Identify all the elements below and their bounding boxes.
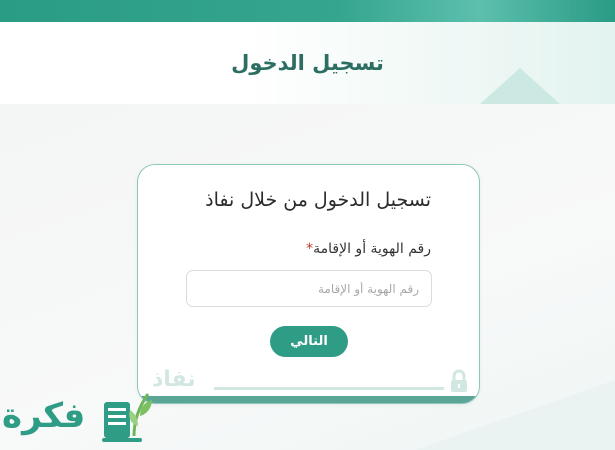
id-label-text: رقم الهوية أو الإقامة bbox=[313, 241, 431, 257]
login-card: تسجيل الدخول من خلال نفاذ رقم الهوية أو … bbox=[137, 164, 480, 404]
id-field-label: رقم الهوية أو الإقامة* bbox=[304, 241, 431, 257]
watermark-text: نفاذ bbox=[152, 367, 196, 392]
top-bar bbox=[0, 0, 615, 22]
page-header: تسجيل الدخول bbox=[0, 22, 615, 104]
card-title: تسجيل الدخول من خلال نفاذ bbox=[205, 189, 431, 211]
card-footer-bar bbox=[138, 396, 479, 403]
book-leaf-icon bbox=[102, 393, 152, 442]
fikra-logo: فكرة bbox=[0, 388, 158, 450]
watermark-line bbox=[214, 387, 444, 390]
page-title: تسجيل الدخول bbox=[231, 51, 384, 75]
id-number-input[interactable] bbox=[186, 270, 432, 307]
nafath-watermark: نفاذ bbox=[152, 367, 468, 395]
logo-text: فكرة bbox=[2, 396, 86, 436]
lock-icon bbox=[451, 369, 467, 392]
next-button[interactable]: التالي bbox=[270, 326, 348, 357]
